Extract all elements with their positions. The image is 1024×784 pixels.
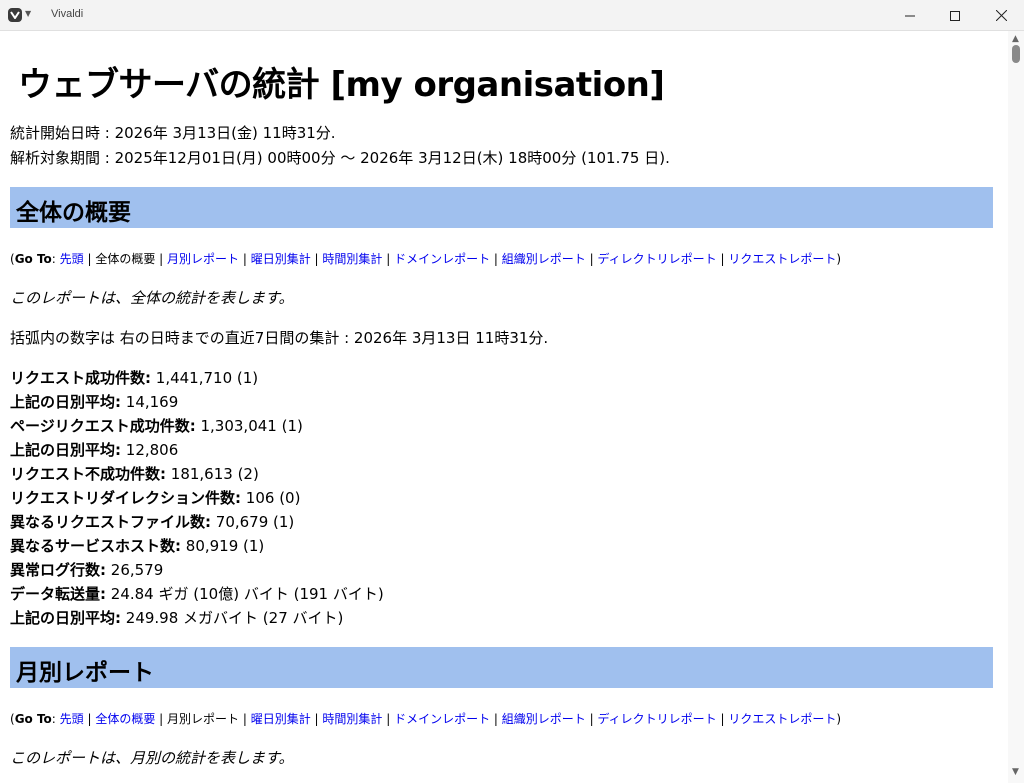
goto-link-hourly[interactable]: 時間別集計 (322, 252, 382, 266)
maximize-icon (950, 10, 960, 21)
goto-link-monthly[interactable]: 月別レポート (167, 252, 239, 266)
goto-link-top[interactable]: 先頭 (60, 252, 84, 266)
minimize-icon (905, 15, 915, 16)
goto-link-domain[interactable]: ドメインレポート (394, 712, 490, 726)
analysis-period-text: 解析対象期間 : 2025年12月01日(月) 00時00分 〜 2026年 3… (10, 149, 670, 167)
close-icon (995, 10, 1007, 21)
summary-heading: 全体の概要 (16, 200, 131, 226)
monthly-section-header: 月別レポート (10, 647, 993, 688)
stat-distinct-files: 異なるリクエストファイル数: 70,679 (1) (10, 513, 295, 531)
stat-successful-requests: リクエスト成功件数: 1,441,710 (1) (10, 369, 259, 387)
goto-link-weekday[interactable]: 曜日別集計 (251, 712, 311, 726)
summary-note: 括弧内の数字は 右の日時までの直近7日間の集計 : 2026年 3月13日 11… (10, 329, 549, 347)
stat-daily-average-pages: 上記の日別平均: 12,806 (10, 441, 179, 459)
goto-link-summary[interactable]: 全体の概要 (95, 712, 155, 726)
goto-link-organisation[interactable]: 組織別レポート (502, 252, 586, 266)
goto-nav-monthly: (Go To: 先頭 | 全体の概要 | 月別レポート | 曜日別集計 | 時間… (10, 712, 842, 726)
vivaldi-logo-icon[interactable] (8, 8, 22, 22)
page-viewport: ウェブサーバの統計 [my organisation] 統計開始日時 : 202… (1, 31, 1008, 783)
window-title: Vivaldi (51, 8, 84, 20)
goto-current-monthly: 月別レポート (167, 712, 240, 726)
stat-distinct-hosts: 異なるサービスホスト数: 80,919 (1) (10, 537, 265, 555)
goto-link-directory[interactable]: ディレクトリレポート (597, 712, 716, 726)
summary-description: このレポートは、全体の統計を表します。 (10, 289, 294, 307)
stat-successful-page-requests: ページリクエスト成功件数: 1,303,041 (1) (10, 417, 303, 435)
scroll-up-icon[interactable]: ▲ (1012, 34, 1019, 44)
goto-label: Go To (14, 712, 52, 726)
stat-daily-average-data: 上記の日別平均: 249.98 メガバイト (27 バイト) (10, 609, 344, 627)
menu-caret-icon[interactable]: ▼ (25, 9, 31, 18)
stat-redirected-requests: リクエストリダイレクション件数: 106 (0) (10, 489, 301, 507)
goto-link-hourly[interactable]: 時間別集計 (322, 712, 382, 726)
goto-link-top[interactable]: 先頭 (60, 712, 84, 726)
page-title: ウェブサーバの統計 [my organisation] (18, 65, 665, 105)
goto-link-domain[interactable]: ドメインレポート (394, 252, 490, 266)
minimize-button[interactable] (887, 0, 933, 31)
monthly-heading: 月別レポート (16, 660, 154, 686)
browser-titlebar: ▼ Vivaldi (0, 0, 1024, 31)
maximize-button[interactable] (932, 0, 978, 31)
close-button[interactable] (978, 0, 1024, 31)
goto-link-organisation[interactable]: 組織別レポート (502, 712, 586, 726)
goto-nav-summary: (Go To: 先頭 | 全体の概要 | 月別レポート | 曜日別集計 | 時間… (10, 252, 842, 266)
stat-data-transferred: データ転送量: 24.84 ギガ (10億) バイト (191 バイト) (10, 585, 384, 603)
summary-section-header: 全体の概要 (10, 187, 993, 228)
monthly-description: このレポートは、月別の統計を表します。 (10, 749, 294, 767)
stat-daily-average-requests: 上記の日別平均: 14,169 (10, 393, 179, 411)
goto-link-request[interactable]: リクエストレポート (728, 252, 836, 266)
stat-failed-requests: リクエスト不成功件数: 181,613 (2) (10, 465, 259, 483)
goto-label: Go To (14, 252, 52, 266)
goto-link-request[interactable]: リクエストレポート (728, 712, 836, 726)
stats-generated-text: 統計開始日時 : 2026年 3月13日(金) 11時31分. (10, 124, 336, 142)
goto-link-weekday[interactable]: 曜日別集計 (251, 252, 311, 266)
goto-current-summary: 全体の概要 (95, 252, 156, 266)
stat-corrupt-lines: 異常ログ行数: 26,579 (10, 561, 164, 579)
goto-link-directory[interactable]: ディレクトリレポート (597, 252, 716, 266)
scroll-down-icon[interactable]: ▼ (1012, 767, 1019, 777)
vertical-scrollbar[interactable]: ▲ ▼ (1008, 31, 1024, 783)
scrollbar-thumb[interactable] (1012, 45, 1020, 63)
